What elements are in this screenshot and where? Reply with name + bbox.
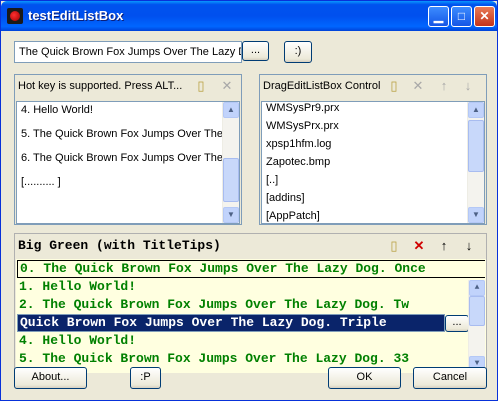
scroll-thumb[interactable] bbox=[468, 120, 484, 172]
title-bar[interactable]: testEditListBox ▁ □ ✕ bbox=[1, 1, 497, 31]
close-button[interactable]: ✕ bbox=[474, 6, 495, 27]
close-icon: ✕ bbox=[479, 9, 490, 23]
left-listbox[interactable]: 4. Hello World! 5. The Quick Brown Fox J… bbox=[16, 101, 240, 224]
scroll-up-arrow-icon[interactable]: ▲ bbox=[469, 280, 485, 296]
move-up-icon[interactable]: ↑ bbox=[436, 238, 452, 254]
window-title: testEditListBox bbox=[28, 8, 124, 23]
main-text-value: The Quick Brown Fox Jumps Over The Lazy … bbox=[19, 46, 242, 58]
new-item-icon[interactable]: ▯ bbox=[386, 78, 402, 94]
list-item[interactable]: 1. Hello World! bbox=[19, 278, 136, 296]
move-up-icon[interactable]: ↑ bbox=[436, 78, 452, 94]
right-panel-title: DragEditListBox Control bbox=[263, 80, 381, 92]
move-down-icon[interactable]: ↓ bbox=[460, 78, 476, 94]
left-scrollbar[interactable]: ▲ ▼ bbox=[222, 102, 239, 223]
inline-edit-field[interactable]: Quick Brown Fox Jumps Over The Lazy Dog.… bbox=[17, 314, 445, 332]
list-item[interactable]: [AppPatch] bbox=[266, 210, 320, 222]
list-item[interactable]: [addins] bbox=[266, 192, 305, 204]
left-panel-header: Hot key is supported. Press ALT... ▯ ✕ bbox=[15, 75, 241, 97]
ok-button[interactable]: OK bbox=[328, 367, 401, 389]
browse-button[interactable]: ... bbox=[242, 41, 269, 61]
big-green-title: Big Green (with TitleTips) bbox=[18, 238, 221, 253]
right-listbox[interactable]: WMSysPr9.prx WMSysPrx.prx xpsp1hfm.log Z… bbox=[261, 101, 485, 224]
scroll-down-arrow-icon[interactable]: ▼ bbox=[223, 207, 239, 223]
list-item[interactable]: [.......... ] bbox=[21, 176, 61, 188]
list-item[interactable]: 4. Hello World! bbox=[21, 104, 93, 116]
right-scrollbar[interactable]: ▲ ▼ bbox=[467, 102, 484, 223]
maximize-icon: □ bbox=[457, 9, 466, 23]
delete-icon[interactable]: ✕ bbox=[411, 238, 427, 254]
new-item-icon[interactable]: ▯ bbox=[386, 238, 402, 254]
scroll-thumb[interactable] bbox=[469, 296, 485, 326]
delete-icon[interactable]: ✕ bbox=[219, 78, 235, 94]
big-green-scrollbar[interactable]: ▲ ▼ bbox=[468, 280, 485, 372]
about-button[interactable]: About... bbox=[14, 367, 87, 389]
list-item[interactable]: WMSysPr9.prx bbox=[266, 102, 339, 114]
main-text-input[interactable]: The Quick Brown Fox Jumps Over The Lazy … bbox=[14, 41, 242, 63]
right-list-panel: DragEditListBox Control ▯ ✕ ↑ ↓ WMSysPr9… bbox=[259, 74, 487, 225]
big-green-header: Big Green (with TitleTips) ▯ ✕ ↑ ↓ bbox=[15, 234, 486, 258]
list-item[interactable]: Zapotec.bmp bbox=[266, 156, 330, 168]
smiley-button[interactable]: :) bbox=[284, 41, 312, 63]
big-green-listbox[interactable]: 0. The Quick Brown Fox Jumps Over The La… bbox=[16, 259, 486, 373]
title-tip-row[interactable]: 0. The Quick Brown Fox Jumps Over The La… bbox=[17, 260, 485, 278]
inline-edit-button[interactable]: ... bbox=[445, 315, 469, 332]
move-down-icon[interactable]: ↓ bbox=[461, 238, 477, 254]
maximize-button[interactable]: □ bbox=[451, 6, 472, 27]
list-item[interactable]: [..] bbox=[266, 174, 278, 186]
list-item[interactable]: 6. The Quick Brown Fox Jumps Over The L bbox=[21, 152, 232, 164]
left-panel-title: Hot key is supported. Press ALT... bbox=[18, 80, 183, 92]
minimize-icon: ▁ bbox=[433, 9, 444, 23]
app-icon[interactable] bbox=[7, 8, 23, 24]
dialog-client: The Quick Brown Fox Jumps Over The Lazy … bbox=[4, 31, 494, 397]
p-button[interactable]: :P bbox=[130, 367, 161, 389]
list-item[interactable]: 4. Hello World! bbox=[19, 332, 136, 350]
new-item-icon[interactable]: ▯ bbox=[193, 78, 209, 94]
list-item[interactable]: xpsp1hfm.log bbox=[266, 138, 331, 150]
left-list-panel: Hot key is supported. Press ALT... ▯ ✕ 4… bbox=[14, 74, 242, 225]
minimize-button[interactable]: ▁ bbox=[428, 6, 449, 27]
scroll-up-arrow-icon[interactable]: ▲ bbox=[223, 102, 239, 118]
scroll-thumb[interactable] bbox=[223, 158, 239, 202]
delete-icon[interactable]: ✕ bbox=[410, 78, 426, 94]
scroll-down-arrow-icon[interactable]: ▼ bbox=[468, 207, 484, 223]
main-window: testEditListBox ▁ □ ✕ The Quick Brown Fo… bbox=[0, 0, 498, 401]
list-item[interactable]: 2. The Quick Brown Fox Jumps Over The La… bbox=[19, 296, 474, 314]
list-item[interactable]: 5. The Quick Brown Fox Jumps Over The La… bbox=[19, 350, 474, 368]
list-item[interactable]: WMSysPrx.prx bbox=[266, 120, 339, 132]
list-item[interactable]: 5. The Quick Brown Fox Jumps Over The L bbox=[21, 128, 232, 140]
scroll-up-arrow-icon[interactable]: ▲ bbox=[468, 102, 484, 118]
cancel-button[interactable]: Cancel bbox=[413, 367, 487, 389]
right-panel-header: DragEditListBox Control ▯ ✕ ↑ ↓ bbox=[260, 75, 486, 97]
big-green-panel: Big Green (with TitleTips) ▯ ✕ ↑ ↓ 0. Th… bbox=[14, 233, 487, 373]
